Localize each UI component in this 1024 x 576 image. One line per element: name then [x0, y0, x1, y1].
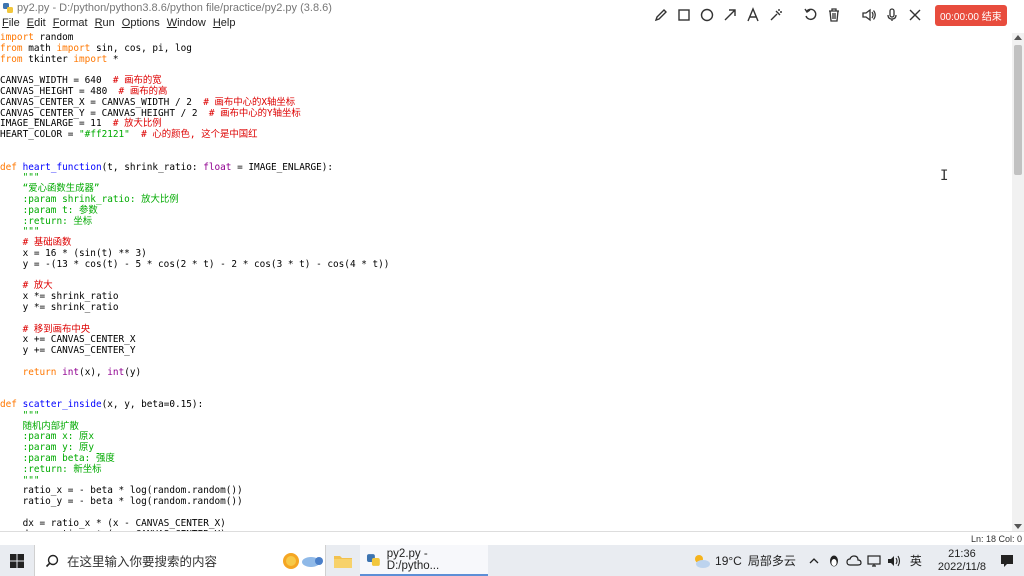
search-placeholder: 在这里输入你要搜索的内容 — [67, 555, 218, 569]
code-line[interactable]: """ — [0, 172, 1012, 184]
scroll-up-icon[interactable] — [1014, 35, 1022, 40]
rectangle-icon[interactable] — [673, 4, 695, 26]
code-line[interactable]: :param t: 参数 — [0, 205, 1012, 217]
notification-icon[interactable] — [996, 553, 1018, 569]
code-line[interactable]: :param shrink_ratio: 放大比例 — [0, 194, 1012, 206]
code-line[interactable] — [0, 314, 1012, 325]
code-line[interactable]: def heart_function(t, shrink_ratio: floa… — [0, 162, 1012, 174]
code-line[interactable]: :param y: 原y — [0, 442, 1012, 454]
code-line[interactable]: ratio_y = - beta * log(random.random()) — [0, 496, 1012, 508]
code-line[interactable]: y = -(13 * cos(t) - 5 * cos(2 * t) - 2 *… — [0, 259, 1012, 271]
window-title: py2.py - D:/python/python3.8.6/python fi… — [17, 2, 332, 14]
code-line[interactable]: from tkinter import * — [0, 54, 1012, 66]
trash-icon[interactable] — [823, 4, 845, 26]
weather-temperature: 19°C — [715, 553, 742, 568]
circle-icon[interactable] — [696, 4, 718, 26]
system-clock[interactable]: 21:36 2022/11/8 — [938, 548, 986, 574]
weather-widget[interactable]: 19°C 局部多云 — [691, 552, 796, 569]
code-line[interactable] — [0, 141, 1012, 152]
speaker-icon[interactable] — [858, 4, 880, 26]
code-line[interactable]: :return: 新坐标 — [0, 464, 1012, 476]
clock-time: 21:36 — [948, 547, 976, 560]
microphone-icon[interactable] — [881, 4, 903, 26]
search-icon — [45, 554, 59, 567]
code-editor[interactable]: import random from math import sin, cos, … — [0, 33, 1012, 531]
clock-date: 2022/11/8 — [937, 560, 986, 573]
menu-file[interactable]: File — [0, 16, 22, 31]
menu-window[interactable]: Window — [165, 16, 208, 31]
weather-description: 局部多云 — [747, 554, 796, 568]
chevron-up-icon[interactable] — [805, 552, 823, 570]
code-line[interactable]: 随机内部扩散 — [0, 421, 1012, 433]
search-highlight-image — [271, 550, 323, 572]
pencil-icon[interactable] — [650, 4, 672, 26]
scroll-down-icon[interactable] — [1014, 524, 1022, 529]
volume-icon[interactable] — [885, 552, 903, 570]
menu-bar: File Edit Format Run Options Window Help — [0, 16, 640, 31]
menu-run[interactable]: Run — [93, 16, 117, 31]
code-line[interactable]: # 放大 — [0, 280, 1012, 292]
recording-stop-button[interactable]: 00:00:00 结束 — [935, 4, 1007, 26]
partly-cloudy-icon — [695, 554, 711, 568]
highlighter-icon[interactable] — [765, 4, 787, 26]
windows-icon — [10, 553, 24, 568]
code-line[interactable]: y += CANVAS_CENTER_Y — [0, 345, 1012, 357]
menu-help[interactable]: Help — [211, 16, 238, 31]
menu-format[interactable]: Format — [51, 16, 90, 31]
code-text[interactable]: import random from math import sin, cos, … — [0, 33, 1012, 531]
code-line[interactable]: :param x: 原x — [0, 432, 1012, 443]
code-line[interactable]: y *= shrink_ratio — [0, 302, 1012, 314]
cloud-icon[interactable] — [845, 552, 863, 570]
taskbar: 在这里输入你要搜索的内容 py2.py - D:/pytho... 19°C 局… — [0, 545, 1024, 576]
code-line[interactable]: :param beta: 强度 — [0, 453, 1012, 465]
code-line[interactable] — [0, 271, 1012, 282]
file-explorer-button[interactable] — [326, 545, 360, 576]
code-line[interactable] — [0, 379, 1012, 390]
code-line[interactable]: # 移到画布中央 — [0, 324, 1012, 336]
code-line[interactable]: from math import sin, cos, pi, log — [0, 43, 1012, 55]
code-line[interactable]: :return: 坐标 — [0, 216, 1012, 228]
scrollbar-thumb[interactable] — [1014, 45, 1022, 175]
start-button[interactable] — [0, 545, 34, 576]
code-line[interactable]: """ — [0, 226, 1012, 238]
code-line[interactable]: x *= shrink_ratio — [0, 291, 1012, 303]
system-tray: 19°C 局部多云 英 21:36 2022/11/8 — [691, 545, 1024, 576]
close-icon[interactable] — [904, 4, 926, 26]
menu-options[interactable]: Options — [120, 16, 162, 31]
code-line[interactable]: """ — [0, 410, 1012, 422]
python-idle-icon — [3, 3, 13, 13]
qq-penguin-icon[interactable] — [825, 552, 843, 570]
text-icon[interactable] — [742, 4, 764, 26]
taskbar-window-label: py2.py - D:/pytho... — [386, 547, 440, 572]
network-icon[interactable] — [865, 552, 883, 570]
cursor-position: Ln: 18 Col: 0 — [970, 534, 1022, 544]
vertical-scrollbar[interactable] — [1012, 33, 1024, 531]
code-line[interactable] — [0, 357, 1012, 368]
code-line[interactable]: x += CANVAS_CENTER_X — [0, 334, 1012, 346]
code-line[interactable]: def scatter_inside(x, y, beta=0.15): — [0, 399, 1012, 411]
taskbar-window-py2[interactable]: py2.py - D:/pytho... — [360, 545, 488, 576]
menu-edit[interactable]: Edit — [25, 16, 48, 31]
undo-icon[interactable] — [800, 4, 822, 26]
status-bar: Ln: 18 Col: 0 — [0, 531, 1024, 546]
folder-icon — [334, 555, 352, 568]
arrow-icon[interactable] — [719, 4, 741, 26]
code-line[interactable]: HEART_COLOR = "#ff2121" # 心的颜色, 这个是中国红 — [0, 129, 1012, 141]
text-cursor-icon: I — [940, 168, 949, 184]
python-idle-icon — [366, 553, 380, 566]
code-line[interactable]: return int(x), int(y) — [0, 367, 1012, 379]
recorder-toolbar: 00:00:00 结束 — [650, 4, 1007, 26]
taskbar-search[interactable]: 在这里输入你要搜索的内容 — [34, 545, 326, 576]
input-method-indicator[interactable]: 英 — [910, 552, 922, 569]
code-line[interactable]: # 基础函数 — [0, 237, 1012, 249]
